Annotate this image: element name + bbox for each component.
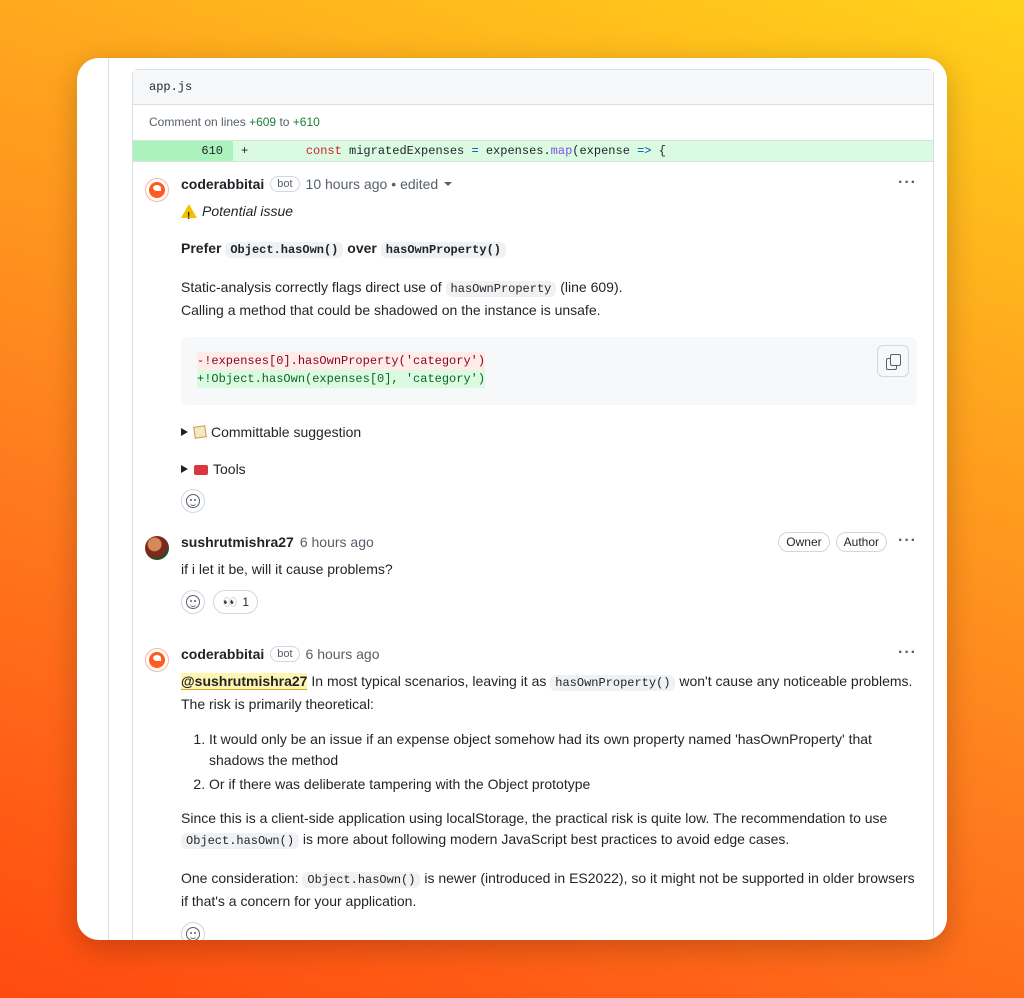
list-item: It would only be an issue if an expense …: [209, 729, 917, 771]
code-rest-end: {: [651, 144, 666, 158]
comment-range: Comment on lines +609 to +610: [133, 105, 933, 140]
code-rest: (expense: [572, 144, 638, 158]
add-reaction-smiley-icon[interactable]: [181, 922, 205, 940]
para-text: One consideration:: [181, 870, 299, 886]
role-badges: Owner Author: [778, 532, 887, 552]
coderabbit-avatar[interactable]: [145, 648, 169, 672]
suggestion-code-block: -!expenses[0].hasOwnProperty('category')…: [181, 337, 917, 405]
range-end: +610: [292, 115, 320, 129]
code-keyword: const: [305, 144, 342, 158]
chevron-down-icon[interactable]: [444, 182, 453, 186]
reaction-count: 1: [242, 595, 250, 609]
inline-code: Object.hasOwn(): [181, 833, 300, 849]
comment-timestamp[interactable]: 6 hours ago: [300, 534, 374, 550]
review-card: app.js Comment on lines +609 to +610 610…: [77, 58, 947, 940]
comment-paragraph: Static-analysis correctly flags direct u…: [181, 277, 917, 321]
heading-over: over: [347, 240, 377, 256]
more-options-icon[interactable]: ···: [898, 532, 917, 550]
inline-code: hasOwnProperty(): [380, 242, 506, 258]
para-text: is more about following modern JavaScrip…: [299, 831, 790, 847]
added-line: +!Object.hasOwn(expenses[0], 'category'): [197, 370, 486, 388]
review-comment: sushrutmishra27 6 hours ago Owner Author…: [133, 520, 933, 632]
details-tools[interactable]: Tools: [181, 458, 917, 479]
edited-label[interactable]: • edited: [391, 176, 438, 192]
comment-author[interactable]: coderabbitai: [181, 646, 264, 662]
deleted-line: -!expenses[0].hasOwnProperty('category'): [197, 352, 486, 370]
toolbox-icon: [194, 464, 208, 475]
range-start: +609: [249, 115, 277, 129]
comment-paragraph: @sushrutmishra27 In most typical scenari…: [181, 671, 917, 715]
code-op: =: [471, 144, 479, 158]
issue-label: Potential issue: [181, 201, 917, 227]
add-reaction-smiley-icon[interactable]: [181, 590, 205, 614]
disclosure-triangle-icon[interactable]: [181, 427, 188, 436]
comment-timestamp[interactable]: 10 hours ago: [306, 176, 388, 192]
coderabbit-avatar[interactable]: [145, 178, 169, 202]
code-arrow: =>: [637, 144, 652, 158]
file-header[interactable]: app.js: [133, 70, 933, 105]
diff-code: + const migratedExpenses = expenses.map(…: [233, 141, 933, 161]
copy-icon[interactable]: [877, 345, 909, 377]
inline-code: hasOwnProperty(): [550, 675, 676, 691]
code-method: map: [550, 144, 573, 158]
diff-line: 610 + const migratedExpenses = expenses.…: [133, 140, 933, 162]
review-comment: coderabbitai bot 10 hours ago • edited ·…: [133, 162, 933, 520]
code-var: migratedExpenses: [341, 144, 472, 158]
comment-timestamp[interactable]: 6 hours ago: [306, 646, 380, 662]
more-options-icon[interactable]: ···: [898, 174, 917, 192]
bot-badge: bot: [270, 646, 300, 662]
author-badge: Author: [835, 532, 887, 552]
warning-icon: [181, 204, 197, 227]
review-comment: coderabbitai bot 6 hours ago ··· @sushru…: [133, 632, 933, 940]
diff-line-number[interactable]: 610: [133, 141, 233, 161]
bot-badge: bot: [270, 176, 300, 192]
timeline-rule: [108, 58, 109, 940]
details-label[interactable]: Committable suggestion: [211, 424, 361, 440]
para-text: Static-analysis correctly flags direct u…: [181, 279, 442, 295]
issue-label-text: Potential issue: [202, 203, 294, 219]
inline-code: Object.hasOwn(): [225, 242, 344, 258]
more-options-icon[interactable]: ···: [898, 644, 917, 662]
owner-badge: Owner: [778, 532, 830, 552]
comment-paragraph: Since this is a client-side application …: [181, 808, 917, 852]
eyes-reaction[interactable]: 👀 1: [213, 590, 259, 614]
disclosure-triangle-icon[interactable]: [181, 464, 188, 473]
add-reaction-smiley-icon[interactable]: [181, 489, 205, 513]
inline-code: hasOwnProperty: [445, 281, 557, 297]
para-text: In most typical scenarios, leaving it as: [307, 673, 547, 689]
comment-author[interactable]: sushrutmishra27: [181, 534, 294, 550]
inline-code: Object.hasOwn(): [302, 872, 421, 888]
details-label[interactable]: Tools: [213, 461, 246, 477]
diff-indent: [248, 144, 306, 158]
list-item: Or if there was deliberate tampering wit…: [209, 774, 917, 795]
review-thread: app.js Comment on lines +609 to +610 610…: [132, 69, 934, 940]
comment-author[interactable]: coderabbitai: [181, 176, 264, 192]
reactions-row: 👀 1: [181, 590, 917, 614]
para-text: Calling a method that could be shadowed …: [181, 302, 601, 318]
heading-prefer: Prefer: [181, 240, 222, 256]
para-text: Since this is a client-side application …: [181, 810, 888, 826]
comment-body: if i let it be, will it cause problems?: [181, 561, 393, 577]
comment-header: coderabbitai bot 10 hours ago • edited: [181, 174, 917, 194]
reactions-row: [181, 489, 917, 513]
para-text: (line 609).: [560, 279, 623, 295]
details-committable-suggestion[interactable]: Committable suggestion: [181, 421, 917, 442]
suggestion-heading: Prefer Object.hasOwn() over hasOwnProper…: [181, 238, 917, 261]
reactions-row: [181, 922, 917, 940]
numbered-list: It would only be an issue if an expense …: [181, 729, 917, 795]
code-obj: expenses.: [478, 144, 551, 158]
memo-icon: [193, 424, 207, 439]
user-avatar[interactable]: [145, 536, 169, 560]
comment-paragraph: One consideration: Object.hasOwn() is ne…: [181, 868, 917, 912]
comment-range-prefix: Comment on lines: [149, 115, 246, 129]
eyes-icon: 👀: [222, 595, 237, 609]
range-to: to: [279, 115, 290, 129]
comment-header: coderabbitai bot 6 hours ago: [181, 644, 917, 664]
file-name[interactable]: app.js: [149, 80, 192, 94]
user-mention[interactable]: @sushrutmishra27: [181, 673, 308, 690]
